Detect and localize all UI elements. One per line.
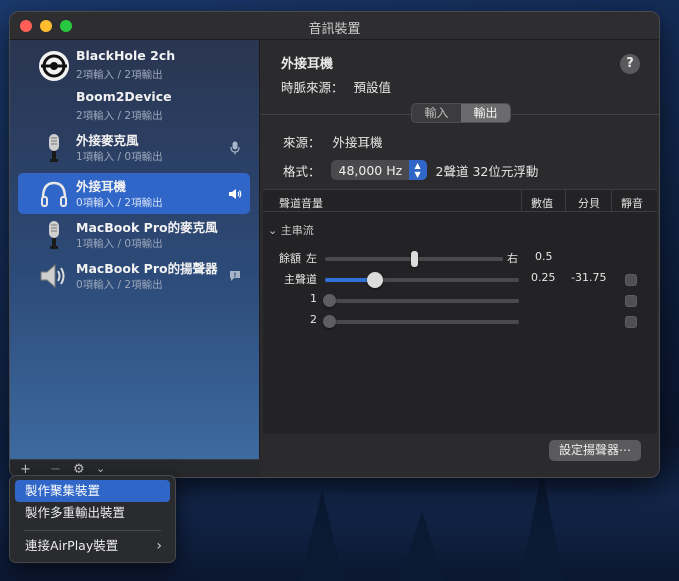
channel-volume-table: 聲道音量 數值 分貝 靜音 ⌄ 主串流 餘額 左 右 0.5 主聲道 0.25 … [263, 189, 657, 434]
row-label: 1 [310, 292, 317, 305]
device-io-count: 0項輸入 / 2項輸出 [76, 197, 163, 209]
speaker-icon [228, 187, 242, 201]
configure-speakers-button[interactable]: 設定揚聲器⋯ [548, 440, 641, 461]
microphone-icon [38, 132, 70, 164]
slider-thumb[interactable] [323, 294, 336, 307]
channel-2-row: 2 [263, 313, 657, 333]
row-value: 0.5 [535, 250, 553, 263]
microphone-icon [38, 219, 70, 251]
source-value: 外接耳機 [332, 135, 383, 150]
menu-item-create-aggregate[interactable]: 製作聚集裝置 [15, 480, 170, 502]
row-label: 主聲道 [284, 273, 317, 286]
speaker-icon [38, 260, 70, 292]
row-label: 餘額 [279, 252, 301, 265]
device-detail-pane: 外接耳機 ? 時脈來源： 預設值 輸入 輸出 來源： 外接耳機 格式： 48,00… [261, 40, 659, 477]
wallpaper-tree [300, 491, 344, 581]
device-name: Boom2Device [76, 89, 172, 104]
format-label: 格式： [283, 163, 321, 179]
device-item-macbook-mic[interactable]: MacBook Pro的麥克風 1項輸入 / 0項輸出 [18, 214, 250, 255]
device-name: 外接麥克風 [76, 133, 139, 148]
col-channel-volume: 聲道音量 [279, 197, 323, 210]
col-mute: 靜音 [621, 197, 643, 210]
device-name: MacBook Pro的麥克風 [76, 220, 218, 235]
format-value: 48,000 Hz [338, 162, 403, 178]
device-title: 外接耳機 [281, 57, 334, 72]
row-value: 0.25 [531, 271, 556, 284]
row-label: 2 [310, 313, 317, 326]
channel-2-slider[interactable] [323, 315, 519, 328]
channel-1-slider[interactable] [323, 294, 519, 307]
source-label: 來源： [283, 135, 321, 150]
output-settings-box: 來源： 外接耳機 格式： 48,000 Hz ▲ ▼ 2聲道 32位元浮動 聲道音… [261, 114, 659, 477]
mute-checkbox[interactable] [625, 316, 637, 328]
device-item-external-headphones[interactable]: 外接耳機 0項輸入 / 2項輸出 [18, 173, 250, 214]
device-io-count: 0項輸入 / 2項輸出 [76, 279, 163, 291]
microphone-icon [228, 141, 242, 155]
device-item-blackhole[interactable]: BlackHole 2ch 2項輸入 / 2項輸出 [18, 45, 250, 86]
device-io-count: 1項輸入 / 0項輸出 [76, 151, 163, 163]
format-popup[interactable]: 48,000 Hz ▲ ▼ [330, 160, 427, 180]
wallpaper-tree [400, 511, 444, 581]
chevron-down-icon: ⌄ [268, 224, 278, 237]
mute-checkbox[interactable] [625, 274, 637, 286]
clock-source-value[interactable]: 預設值 [354, 80, 392, 95]
alert-icon [228, 269, 242, 283]
io-segmented-control[interactable]: 輸入 輸出 [411, 103, 511, 123]
device-item-boom2[interactable]: Boom2Device 2項輸入 / 2項輸出 [18, 86, 250, 127]
popup-arrows-icon: ▲ ▼ [408, 160, 427, 180]
help-button[interactable]: ? [620, 54, 640, 74]
master-volume-slider[interactable] [325, 272, 519, 288]
tab-input[interactable]: 輸入 [412, 104, 461, 122]
slider-thumb[interactable] [323, 315, 336, 328]
menu-item-connect-airplay[interactable]: 連接AirPlay裝置 › [15, 535, 170, 557]
menu-item-create-multi-output[interactable]: 製作多重輸出裝置 [15, 502, 170, 524]
clock-source-row: 時脈來源： 預設值 [281, 77, 391, 96]
add-device-menu: 製作聚集裝置 製作多重輸出裝置 連接AirPlay裝置 › [9, 475, 176, 563]
table-header: 聲道音量 數值 分貝 靜音 [263, 190, 657, 212]
column-divider [611, 190, 612, 212]
blackhole-icon [38, 50, 70, 82]
group-label: 主串流 [280, 224, 314, 237]
balance-slider[interactable] [325, 251, 503, 267]
column-divider [565, 190, 566, 212]
window-title: 音訊裝置 [308, 22, 361, 37]
master-volume-row: 主聲道 0.25 -31.75 [263, 271, 657, 291]
slider-thumb[interactable] [411, 251, 418, 267]
channel-1-row: 1 [263, 292, 657, 312]
device-item-macbook-speaker[interactable]: MacBook Pro的揚聲器 0項輸入 / 2項輸出 [18, 255, 250, 296]
title-bar: 音訊裝置 [10, 12, 659, 40]
audio-devices-window: 音訊裝置 BlackHole 2ch 2項輸入 / 2項輸出 Boom2Devi… [9, 11, 660, 478]
balance-right-label: 右 [507, 252, 518, 265]
chevron-right-icon: › [156, 538, 162, 554]
device-name: 外接耳機 [76, 179, 127, 194]
device-io-count: 2項輸入 / 2項輸出 [76, 69, 163, 81]
device-item-external-mic[interactable]: 外接麥克風 1項輸入 / 0項輸出 [18, 127, 250, 168]
tab-output[interactable]: 輸出 [461, 104, 510, 122]
headphones-icon [38, 178, 70, 210]
format-row: 格式： 48,000 Hz ▲ ▼ 2聲道 32位元浮動 [283, 160, 538, 180]
source-row: 來源： 外接耳機 [283, 132, 383, 151]
balance-left-label: 左 [306, 252, 317, 265]
device-io-count: 2項輸入 / 2項輸出 [76, 110, 163, 122]
col-value: 數值 [531, 197, 553, 210]
slider-thumb[interactable] [367, 272, 383, 288]
balance-row: 餘額 左 右 0.5 [263, 250, 657, 270]
mute-checkbox[interactable] [625, 295, 637, 307]
col-decibel: 分貝 [578, 197, 600, 210]
device-list: BlackHole 2ch 2項輸入 / 2項輸出 Boom2Device 2項… [10, 40, 260, 459]
device-name: BlackHole 2ch [76, 48, 176, 63]
menu-item-label: 連接AirPlay裝置 [25, 538, 119, 553]
device-io-count: 1項輸入 / 0項輸出 [76, 238, 163, 250]
wallpaper-tree [520, 471, 564, 581]
clock-source-label: 時脈來源： [281, 80, 344, 95]
menu-separator [24, 530, 161, 531]
master-stream-group[interactable]: ⌄ 主串流 [268, 222, 314, 238]
format-description: 2聲道 32位元浮動 [435, 163, 539, 179]
device-name: MacBook Pro的揚聲器 [76, 261, 218, 276]
column-divider [521, 190, 522, 212]
row-decibel: -31.75 [571, 271, 607, 284]
